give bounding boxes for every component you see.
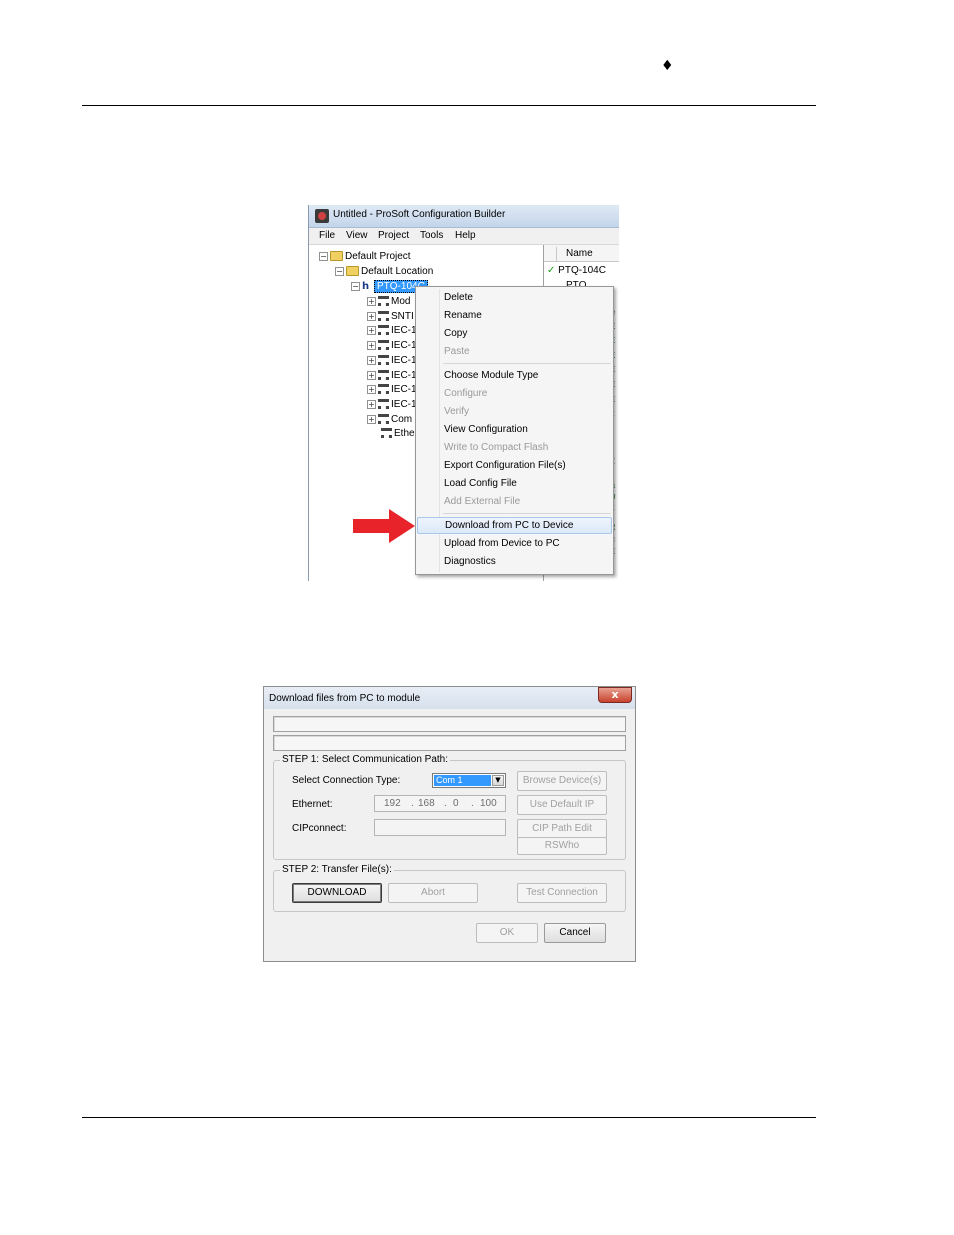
cip-path-edit-button[interactable]: CIP Path Edit	[517, 819, 607, 839]
header-rule	[82, 105, 816, 106]
network-icon	[378, 296, 389, 307]
checkmark-icon: ✓	[547, 265, 556, 276]
tree-node-child[interactable]: + IEC-1	[367, 370, 417, 384]
network-icon	[378, 384, 389, 395]
close-icon[interactable]: x	[598, 687, 632, 703]
menu-separator	[443, 363, 611, 364]
menu-item-choose-module-type[interactable]: Choose Module Type	[417, 367, 612, 384]
expand-icon[interactable]: +	[367, 311, 376, 321]
header-diamond-symbol: ♦	[661, 58, 674, 74]
tree-node-child[interactable]: + IEC-1	[367, 355, 417, 369]
title-bar: Untitled - ProSoft Configuration Builder	[309, 205, 619, 228]
context-menu: Delete Rename Copy Paste Choose Module T…	[415, 286, 614, 575]
menu-item-verify[interactable]: Verify	[417, 403, 612, 420]
ip-octet-1: 192	[384, 798, 401, 809]
chevron-down-icon[interactable]: ▼	[492, 775, 504, 786]
folder-icon	[330, 251, 343, 262]
tree-node-child[interactable]: + IEC-1	[367, 384, 417, 398]
app-icon	[315, 209, 329, 223]
network-icon	[378, 399, 389, 410]
menu-tools[interactable]: Tools	[420, 230, 443, 241]
footer-rule	[82, 1117, 816, 1118]
menu-item-add-external-file[interactable]: Add External File	[417, 493, 612, 510]
tree-node-child[interactable]: Ethe	[379, 428, 415, 442]
menu-item-load-config-file[interactable]: Load Config File	[417, 475, 612, 492]
network-icon	[378, 355, 389, 366]
menu-item-view-configuration[interactable]: View Configuration	[417, 421, 612, 438]
tree-node-child[interactable]: + Mod	[367, 296, 410, 310]
window-title: Untitled - ProSoft Configuration Builder	[333, 209, 506, 220]
abort-button[interactable]: Abort	[388, 883, 478, 903]
tree-node-child[interactable]: + IEC-1	[367, 340, 417, 354]
expand-icon[interactable]: +	[367, 399, 376, 409]
test-connection-button[interactable]: Test Connection	[517, 883, 607, 903]
connection-type-label: Select Connection Type:	[292, 775, 401, 786]
step1-legend: STEP 1: Select Communication Path:	[280, 754, 451, 765]
ip-octet-4: 100	[480, 798, 497, 809]
cipconnect-field[interactable]	[374, 819, 506, 836]
expand-icon[interactable]: +	[367, 370, 376, 380]
menu-item-upload-device-to-pc[interactable]: Upload from Device to PC	[417, 535, 612, 552]
menu-file[interactable]: File	[319, 230, 335, 241]
list-row[interactable]: ✓ PTQ-104C	[547, 265, 606, 276]
connection-type-select[interactable]: Com 1 ▼	[432, 773, 506, 788]
menu-project[interactable]: Project	[378, 230, 409, 241]
network-icon	[378, 414, 389, 425]
ip-octet-2: 168	[418, 798, 435, 809]
dialog-title-bar: Download files from PC to module x	[264, 687, 635, 709]
browse-devices-button[interactable]: Browse Device(s)	[517, 771, 607, 791]
menu-item-paste[interactable]: Paste	[417, 343, 612, 360]
ok-button[interactable]: OK	[476, 923, 538, 943]
tree-node-child[interactable]: + IEC-1	[367, 325, 417, 339]
menu-item-diagnostics[interactable]: Diagnostics	[417, 553, 612, 570]
download-button[interactable]: DOWNLOAD	[292, 883, 382, 903]
status-field-1	[273, 716, 626, 732]
step2-legend: STEP 2: Transfer File(s):	[280, 864, 394, 875]
tree-node-location[interactable]: − Default Location	[335, 266, 433, 280]
folder-icon	[346, 266, 359, 277]
module-icon: h	[362, 281, 370, 292]
collapse-icon[interactable]: −	[351, 282, 360, 291]
network-icon	[378, 311, 389, 322]
list-header[interactable]: Name	[544, 245, 619, 262]
expand-icon[interactable]: +	[367, 414, 376, 424]
menu-item-configure[interactable]: Configure	[417, 385, 612, 402]
dialog-title: Download files from PC to module	[269, 693, 421, 704]
ethernet-label: Ethernet:	[292, 799, 333, 810]
expand-icon[interactable]: +	[367, 325, 376, 335]
menu-item-export-configuration[interactable]: Export Configuration File(s)	[417, 457, 612, 474]
rswho-button[interactable]: RSWho	[517, 837, 607, 855]
menu-view[interactable]: View	[346, 230, 368, 241]
tree-node-child[interactable]: + Com	[367, 414, 412, 428]
use-default-ip-button[interactable]: Use Default IP	[517, 795, 607, 815]
expand-icon[interactable]: +	[367, 355, 376, 365]
network-icon	[378, 370, 389, 381]
download-dialog: Download files from PC to module x STEP …	[263, 686, 636, 962]
tree-node-project[interactable]: − Default Project	[319, 251, 411, 265]
menu-item-copy[interactable]: Copy	[417, 325, 612, 342]
ethernet-icon	[381, 428, 392, 439]
red-arrow-icon	[353, 509, 415, 543]
connection-type-value: Com 1	[434, 775, 491, 786]
expand-icon[interactable]: +	[367, 384, 376, 394]
menu-item-delete[interactable]: Delete	[417, 289, 612, 306]
network-icon	[378, 325, 389, 336]
network-icon	[378, 340, 389, 351]
menu-item-download-pc-to-device[interactable]: Download from PC to Device	[417, 517, 612, 534]
expand-icon[interactable]: +	[367, 340, 376, 350]
ip-octet-3: 0	[453, 798, 459, 809]
tree-node-child[interactable]: + SNTI	[367, 311, 414, 325]
menu-help[interactable]: Help	[455, 230, 476, 241]
menu-item-rename[interactable]: Rename	[417, 307, 612, 324]
status-field-2	[273, 735, 626, 751]
menu-item-write-compact-flash[interactable]: Write to Compact Flash	[417, 439, 612, 456]
tree-node-child[interactable]: + IEC-1	[367, 399, 417, 413]
cipconnect-label: CIPconnect:	[292, 823, 347, 834]
cancel-button[interactable]: Cancel	[544, 923, 606, 943]
expand-icon[interactable]: +	[367, 296, 376, 306]
menu-separator	[443, 513, 611, 514]
menu-bar: File View Project Tools Help	[309, 228, 619, 245]
collapse-icon[interactable]: −	[319, 251, 328, 261]
collapse-icon[interactable]: −	[335, 266, 344, 276]
